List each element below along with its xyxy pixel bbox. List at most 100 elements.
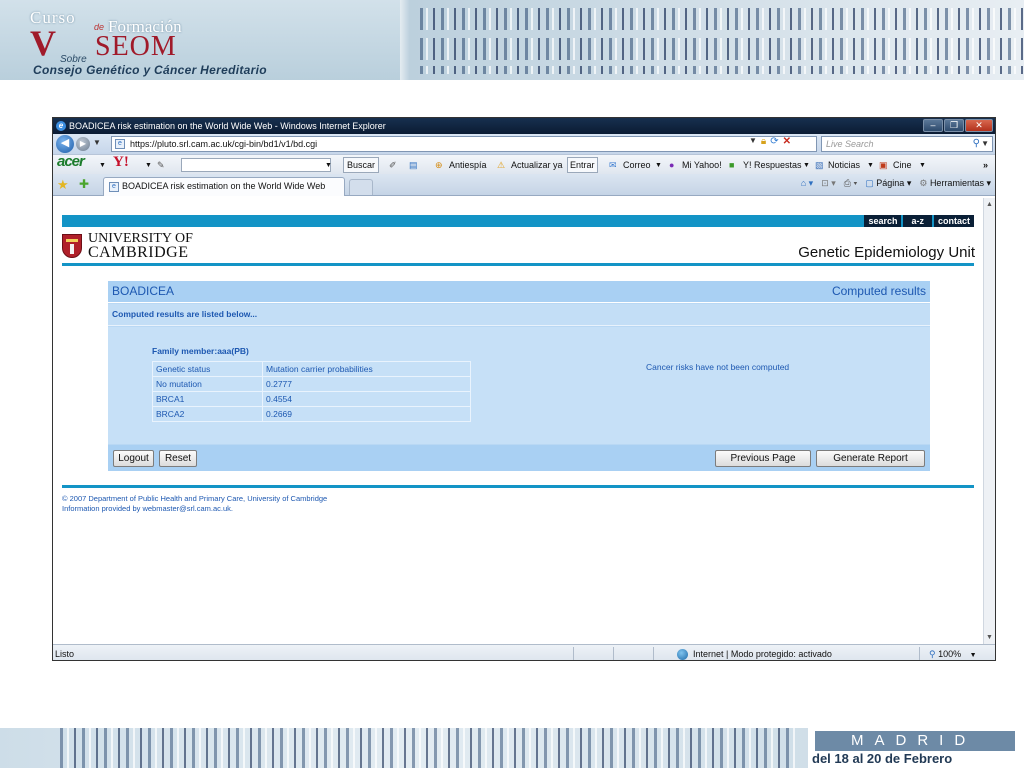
warning-icon[interactable]: ⚠ (497, 158, 505, 172)
copyright-text: © 2007 Department of Public Health and P… (62, 494, 328, 503)
toolbar-search-dropdown-icon[interactable]: ▼ (325, 159, 332, 173)
pagina-menu[interactable]: ▢ Página ▾ (865, 178, 911, 189)
cine-button[interactable]: Cine (893, 158, 912, 172)
site-top-links: search a-z contact (864, 215, 974, 227)
table-cell: 0.2777 (262, 376, 471, 392)
print-icon[interactable]: ⎙ ▾ (844, 178, 857, 189)
a-z-link[interactable]: a-z (903, 215, 932, 227)
search-icon[interactable]: ⚲ (973, 137, 980, 151)
herramientas-menu[interactable]: ⚙ Herramientas ▾ (919, 178, 991, 189)
acer-dropdown-icon[interactable]: ▼ (99, 159, 106, 173)
mi-yahoo-button[interactable]: Mi Yahoo! (682, 158, 722, 172)
antispy-icon[interactable]: ⊕ (435, 158, 443, 172)
toolbar-more-chevron[interactable]: » (983, 158, 988, 172)
live-search-input[interactable]: Live Search ⚲ ▼ (821, 136, 993, 152)
restore-button[interactable]: ❐ (944, 119, 964, 132)
logout-button[interactable]: Logout (113, 450, 154, 467)
buscar-button[interactable]: Buscar (343, 157, 380, 173)
search-dropdown-icon[interactable]: ▼ (981, 137, 989, 151)
highlight-icon[interactable]: ✐ (389, 158, 397, 172)
yahoo-dropdown-icon[interactable]: ▼ (145, 159, 152, 173)
table-row: BRCA2 0.2669 (152, 406, 471, 422)
close-button[interactable]: ✕ (965, 119, 993, 132)
back-arrow-icon[interactable]: ◀ (56, 135, 74, 153)
family-member-label: Family member:aaa(PB) (152, 346, 249, 356)
scroll-up-icon[interactable]: ▲ (986, 201, 993, 208)
table-cell: BRCA1 (152, 391, 263, 407)
pencil-icon[interactable]: ✎ (157, 158, 165, 172)
table-header: Mutation carrier probabilities (262, 361, 471, 377)
roman-numeral-logo: V (30, 23, 56, 63)
table-cell: 0.4554 (262, 391, 471, 407)
cancer-risk-note: Cancer risks have not been computed (646, 362, 790, 372)
contact-text[interactable]: Information provided by webmaster@srl.ca… (62, 504, 327, 514)
new-tab-button[interactable] (349, 179, 373, 195)
toolbar-search-input[interactable] (181, 158, 331, 172)
entrar-button[interactable]: Entrar (567, 157, 598, 173)
noticias-dropdown-icon[interactable]: ▼ (867, 159, 874, 173)
status-text: Listo (55, 649, 75, 659)
respuestas-button[interactable]: Y! Respuestas (743, 158, 802, 172)
vertical-scrollbar[interactable]: ▲ ▼ (983, 198, 995, 644)
pagina-label: Página (876, 178, 905, 188)
yahoo-logo[interactable]: Y! (113, 155, 129, 170)
cine-dropdown-icon[interactable]: ▼ (919, 159, 926, 173)
zoom-control[interactable]: ⚲ 100% ▼ (929, 646, 977, 660)
zoom-icon: ⚲ (929, 649, 936, 659)
window-controls: – ❐ ✕ (923, 119, 993, 132)
panel-footer: Logout Reset Previous Page Generate Repo… (108, 445, 930, 471)
layout-icon[interactable]: ▤ (409, 158, 418, 172)
tab-boadicea[interactable]: e BOADICEA risk estimation on the World … (103, 177, 345, 196)
status-divider (919, 647, 920, 660)
status-divider (653, 647, 654, 660)
command-bar: ⌂ ▾ ⊡ ▾ ⎙ ▾ ▢ Página ▾ ⚙ Herramientas ▾ (801, 178, 991, 189)
search-link[interactable]: search (864, 215, 902, 227)
zoom-level: 100% (938, 649, 962, 659)
course-logo-area: Curso de Formación V SEOM Sobre Consejo … (0, 0, 400, 80)
reset-button[interactable]: Reset (159, 450, 197, 467)
url-input[interactable]: e https://pluto.srl.cam.ac.uk/cgi-bin/bd… (111, 136, 817, 152)
home-icon[interactable]: ⌂ ▾ (801, 178, 813, 189)
tab-title: BOADICEA risk estimation on the World Wi… (122, 181, 326, 191)
antiespia-button[interactable]: Antiespía (449, 158, 487, 172)
top-banner: Curso de Formación V SEOM Sobre Consejo … (0, 0, 1024, 80)
history-dropdown-icon[interactable]: ▼ (93, 138, 101, 147)
table-cell: BRCA2 (152, 406, 263, 422)
unit-title: Genetic Epidemiology Unit (798, 244, 975, 261)
actualizar-button[interactable]: Actualizar ya (511, 158, 563, 172)
table-header: Genetic status (152, 361, 263, 377)
contact-link[interactable]: contact (933, 215, 974, 227)
zoom-dropdown-icon[interactable]: ▼ (970, 652, 977, 659)
browser-window: e BOADICEA risk estimation on the World … (52, 117, 996, 661)
add-favorites-icon[interactable]: ✚ (79, 177, 89, 191)
yahoo-toolbar: acer ▼ Y! ▼ ✎ ▼ Buscar ✐ ▤ ⊕ Antiespía ⚠… (53, 154, 995, 174)
panel-subheading: Computed results are listed below... (108, 304, 930, 326)
news-icon[interactable]: ▧ (815, 158, 824, 172)
table-header-row: Genetic status Mutation carrier probabil… (152, 361, 471, 377)
stop-icon[interactable]: ✕ (783, 136, 791, 147)
lock-icon[interactable]: 🔒︎ (761, 136, 766, 147)
favorites-star-icon[interactable]: ★ (57, 177, 69, 193)
forward-arrow-icon[interactable]: ▶ (76, 137, 90, 151)
header-rule (62, 263, 974, 266)
scroll-down-icon[interactable]: ▼ (986, 634, 993, 641)
refresh-icon[interactable]: ⟳ (770, 136, 778, 147)
mail-icon[interactable]: ✉ (609, 158, 617, 172)
feeds-icon[interactable]: ⊡ ▾ (821, 178, 836, 189)
url-dropdown-icon[interactable]: ▼ (749, 136, 757, 147)
noticias-button[interactable]: Noticias (828, 158, 860, 172)
acer-logo[interactable]: acer (57, 155, 85, 169)
correo-button[interactable]: Correo (623, 158, 651, 172)
my-yahoo-icon[interactable]: ● (669, 158, 674, 172)
date-label: del 18 al 20 de Febrero (812, 751, 953, 766)
respuestas-dropdown-icon[interactable]: ▼ (803, 159, 810, 173)
panel-status: Computed results (831, 284, 926, 298)
answers-icon[interactable]: ■ (729, 158, 734, 172)
cinema-icon[interactable]: ▣ (879, 158, 888, 172)
previous-page-button[interactable]: Previous Page (715, 450, 811, 467)
correo-dropdown-icon[interactable]: ▼ (655, 159, 662, 173)
generate-report-button[interactable]: Generate Report (816, 450, 925, 467)
security-zone[interactable]: Internet | Modo protegido: activado (677, 646, 832, 660)
url-tools: ▼ 🔒︎ ⟳ ✕ (749, 136, 791, 147)
minimize-button[interactable]: – (923, 119, 943, 132)
